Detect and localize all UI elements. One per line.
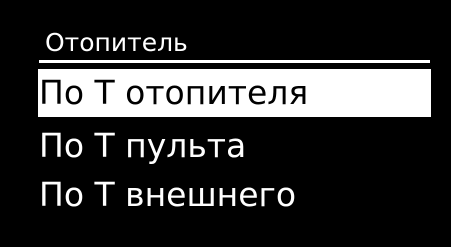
- title-divider: [39, 60, 430, 63]
- lcd-screen: Отопитель По Т отопителя По Т пульта По …: [0, 0, 451, 247]
- menu-item-panel-temp[interactable]: По Т пульта: [38, 122, 431, 170]
- menu-item-external-temp[interactable]: По Т внешнего: [38, 171, 431, 219]
- menu-item-heater-temp[interactable]: По Т отопителя: [38, 69, 431, 117]
- menu-title: Отопитель: [45, 28, 188, 57]
